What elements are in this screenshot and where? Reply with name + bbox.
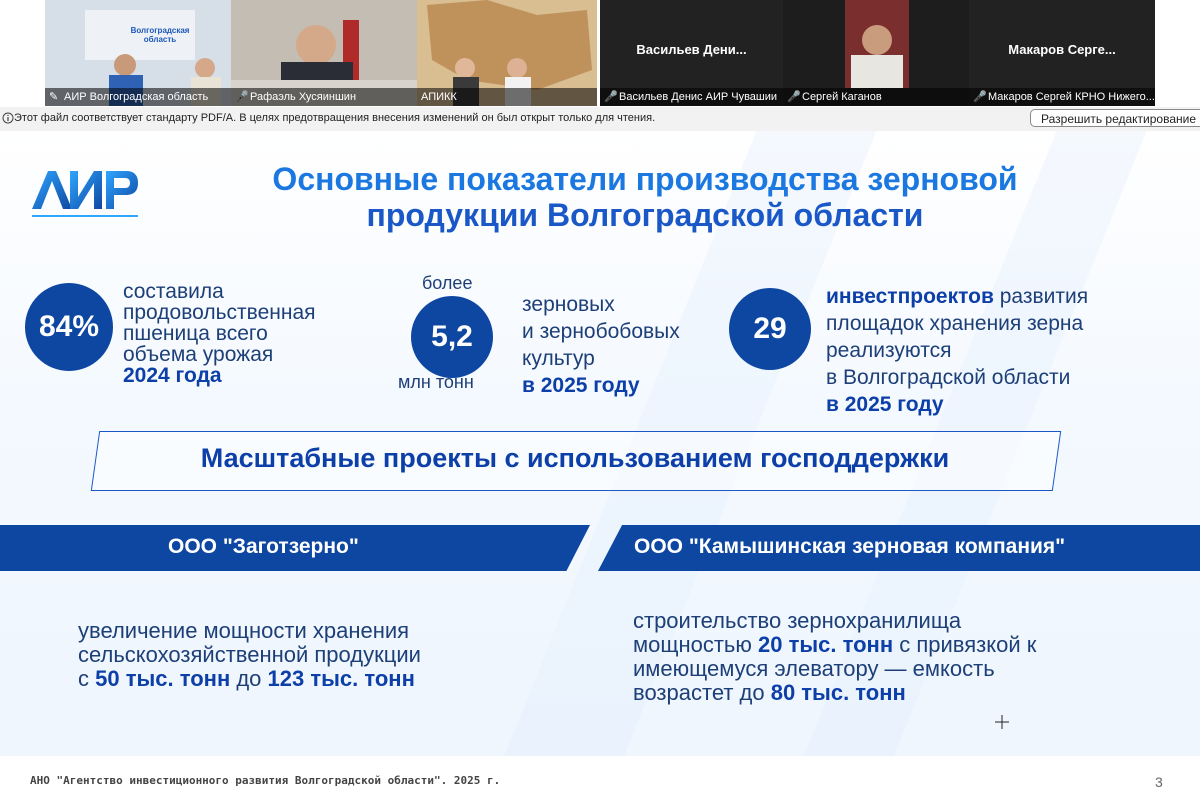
participant-caption: 🎤Макаров Сергей КРНО Нижего...: [969, 88, 1155, 106]
video-tile-makarov[interactable]: Макаров Серге... 🎤Макаров Сергей КРНО Ни…: [969, 0, 1155, 106]
participant-name: Васильев Денис АИР Чувашии: [619, 91, 778, 103]
stat-line: в Волгоградской области: [826, 366, 1071, 389]
pdf-notice-message: Этот файл соответствует стандарту PDF/A.…: [14, 112, 656, 124]
slide-title: Основные показатели производства зерново…: [170, 161, 1120, 233]
stat-lead-rest: развития: [993, 285, 1089, 308]
muted-mic-icon: 🎤: [235, 91, 249, 103]
participant-name: АИР Волгоградская область: [64, 91, 209, 103]
text-span: мощностью: [633, 632, 758, 657]
crosshair-cursor-icon: [995, 715, 1009, 729]
stat-line-lead: инвестпроектов развития: [826, 283, 1176, 310]
participant-caption: 🎤Васильев Денис АИР Чувашии: [600, 88, 783, 106]
stat-text-wheat: составила продовольственная пшеница всег…: [123, 281, 373, 386]
project-desc-kamyshin: строительство зернохранилища мощностью 2…: [633, 609, 1173, 705]
stat-line: составила: [123, 280, 224, 303]
stat-line: объема урожая: [123, 343, 274, 366]
slide-page-number: 3: [1155, 774, 1163, 790]
video-tile-apikk[interactable]: АПИКК: [417, 0, 597, 106]
participant-name: Макаров Сергей КРНО Нижего...: [988, 91, 1155, 103]
project-line: увеличение мощности хранения: [78, 618, 410, 643]
video-strip: Волгоградская область ✎ АИР Волгоградская…: [0, 0, 1200, 107]
muted-mic-icon: 🎤: [973, 91, 987, 103]
stat-bottom-label: млн тонн: [398, 372, 474, 392]
air-logo: [32, 171, 138, 217]
project-line: строительство зернохранилища: [633, 608, 962, 633]
wall-sign-text: Волгоградская область: [130, 26, 190, 44]
stat-circle-29: 29: [729, 288, 811, 370]
stat-top-label: более: [422, 273, 473, 293]
enable-editing-button[interactable]: Разрешить редактирование: [1030, 109, 1200, 127]
slide-title-line2: продукции Волгоградской области: [366, 197, 924, 233]
slide-title-line1: Основные показатели производства зерново…: [272, 161, 1018, 197]
presentation-slide: Основные показатели производства зерново…: [0, 131, 1200, 807]
project-company-zagotzerno: ООО "Заготзерно": [168, 535, 359, 558]
text-span: с: [78, 666, 96, 691]
text-span: с привязкой к: [893, 632, 1037, 657]
slide-footer: АНО "Агентство инвестиционного развития …: [30, 774, 501, 787]
participant-caption: 🎤Сергей Каганов: [783, 88, 969, 106]
highlight-capacity-to: 123 тыс. тонн: [267, 666, 415, 691]
text-span: до: [230, 666, 268, 691]
project-line: мощностью 20 тыс. тонн с привязкой к: [633, 633, 1173, 657]
stat-text-grain: зерновых и зернобобовых культур в 2025 г…: [522, 291, 722, 399]
pdf-notice-bar: Этот файл соответствует стандарту PDF/A.…: [0, 107, 1200, 132]
project-line: сельскохозяйственной продукции: [78, 642, 421, 667]
participant-display-name: Макаров Серге...: [1008, 42, 1116, 57]
stat-highlight: 2024 года: [123, 364, 222, 387]
highlight-capacity: 20 тыс. тонн: [758, 632, 894, 657]
muted-mic-icon: 🎤: [787, 91, 801, 103]
participant-caption: 🎤Рафаэль Хусяиншин: [231, 88, 417, 106]
stat-line: зерновых: [522, 293, 615, 316]
section-subtitle: Масштабные проекты с использованием госп…: [200, 443, 950, 473]
stat-highlight: в 2025 году: [826, 393, 944, 416]
info-icon: [2, 112, 14, 124]
stat-line: культур: [522, 347, 595, 370]
participant-name: Сергей Каганов: [802, 91, 882, 103]
stat-lead-highlight: инвестпроектов: [826, 285, 994, 308]
stat-line: и зернобобовых: [522, 320, 680, 343]
participant-name: АПИКК: [421, 91, 457, 103]
stat-line: реализуются: [826, 339, 952, 362]
participant-name: Рафаэль Хусяиншин: [250, 91, 357, 103]
pin-icon: ✎: [49, 91, 59, 103]
stat-circle-84: 84%: [25, 283, 113, 371]
project-line: с 50 тыс. тонн до 123 тыс. тонн: [78, 667, 558, 691]
stat-highlight: в 2025 году: [522, 374, 640, 397]
stat-line: продовольственная: [123, 301, 316, 324]
muted-mic-icon: 🎤: [604, 91, 618, 103]
project-desc-zagotzerno: увеличение мощности хранения сельскохозя…: [78, 619, 558, 691]
project-line: возрастет до 80 тыс. тонн: [633, 681, 1173, 705]
stat-text-investprojects: инвестпроектов развития площадок хранени…: [826, 283, 1176, 418]
video-tile-rafael[interactable]: 🎤Рафаэль Хусяиншин: [231, 0, 417, 106]
project-line: имеющемуся элеватору — емкость: [633, 656, 995, 681]
stat-line: площадок хранения зерна: [826, 312, 1084, 335]
video-tile-air-volgograd[interactable]: Волгоградская область ✎ АИР Волгоградская…: [45, 0, 231, 106]
participant-display-name: Васильев Дени...: [636, 42, 747, 57]
participant-caption: АПИКК: [417, 88, 597, 106]
text-span: возрастет до: [633, 680, 771, 705]
video-tile-vasilyev[interactable]: Васильев Дени... 🎤Васильев Денис АИР Чув…: [600, 0, 783, 106]
project-company-kamyshin: ООО "Камышинская зерновая компания": [634, 535, 1066, 558]
participant-caption: ✎ АИР Волгоградская область: [45, 88, 231, 106]
stat-line: пшеница всего: [123, 322, 268, 345]
stat-circle-5-2: 5,2: [411, 296, 493, 378]
highlight-capacity-from: 50 тыс. тонн: [95, 666, 231, 691]
highlight-total-capacity: 80 тыс. тонн: [770, 680, 906, 705]
video-tile-kaganov[interactable]: 🎤Сергей Каганов: [783, 0, 969, 106]
